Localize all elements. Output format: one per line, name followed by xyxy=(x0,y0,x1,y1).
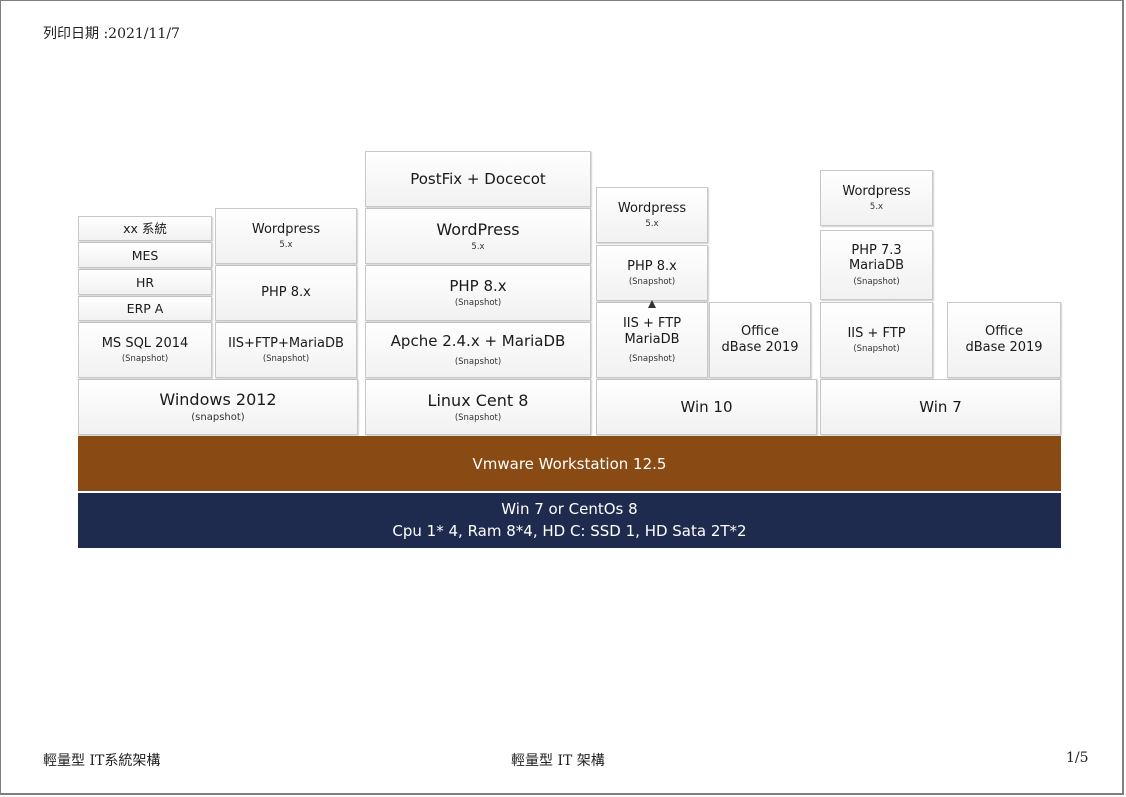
win10-iis-line1: IIS + FTP xyxy=(622,316,682,332)
win2012-php-label: PHP 8.x xyxy=(261,285,311,301)
win2012-wordpress-version: 5.x xyxy=(279,240,293,251)
win7-php-note: (Snapshot) xyxy=(853,277,900,287)
win7-wordpress-label: Wordpress xyxy=(842,183,911,199)
win7-php-line1: PHP 7.3 xyxy=(851,242,902,258)
arrow-up-icon xyxy=(648,300,656,308)
footer-left: 輕量型 IT系統架構 xyxy=(43,753,161,769)
linux-php-box: PHP 8.x (Snapshot) xyxy=(365,265,591,321)
mes-box: MES xyxy=(78,242,212,268)
win10-wordpress-box: Wordpress 5.x xyxy=(596,187,708,243)
erp-label: ERP A xyxy=(126,301,164,316)
mes-label: MES xyxy=(131,247,159,263)
win7-office-box: Office dBase 2019 xyxy=(947,302,1061,378)
footer-center: 輕量型 IT 架構 xyxy=(511,753,605,769)
win10-iis-box: IIS + FTP MariaDB (Snapshot) xyxy=(596,302,708,378)
win2012-os-label: Windows 2012 xyxy=(159,389,277,409)
hypervisor-bar: Vmware Workstation 12.5 xyxy=(78,436,1061,491)
win7-iis-label: IIS + FTP xyxy=(847,325,906,341)
linux-php-note: (Snapshot) xyxy=(454,298,502,309)
win7-os-label: Win 7 xyxy=(919,398,962,416)
apache-box: Apche 2.4.x + MariaDB (Snapshot) xyxy=(365,322,591,378)
win7-wordpress-version: 5.x xyxy=(869,202,884,213)
erp-box: ERP A xyxy=(78,296,212,321)
win10-php-label: PHP 8.x xyxy=(627,258,677,274)
win2012-php-box: PHP 8.x xyxy=(215,265,357,321)
win7-office-line1: Office xyxy=(985,324,1023,340)
apache-note: (Snapshot) xyxy=(454,357,502,368)
hypervisor-label: Vmware Workstation 12.5 xyxy=(472,454,667,473)
linux-os-note: (Snapshot) xyxy=(454,413,502,423)
win7-php-line2: MariaDB xyxy=(848,258,905,274)
win2012-iis-note: (Snapshot) xyxy=(262,354,310,365)
win10-iis-note: (Snapshot) xyxy=(628,353,676,364)
win2012-os-note: (snapshot) xyxy=(191,412,245,424)
linux-wordpress-version: 5.x xyxy=(471,242,485,252)
win10-iis-line2: MariaDB xyxy=(624,331,680,347)
linux-os-label: Linux Cent 8 xyxy=(427,390,529,410)
linux-os-box: Linux Cent 8 (Snapshot) xyxy=(365,379,591,435)
hr-box: HR xyxy=(78,269,212,295)
mssql-label: MS SQL 2014 xyxy=(101,335,189,351)
postfix-box: PostFix + Docecot xyxy=(365,151,591,207)
win7-office-line2: dBase 2019 xyxy=(965,340,1043,355)
win2012-wordpress-label: Wordpress xyxy=(251,221,321,237)
win10-os-label: Win 10 xyxy=(680,398,733,416)
host-line2: Cpu 1* 4, Ram 8*4, HD C: SSD 1, HD Sata … xyxy=(392,521,747,540)
mssql-box: MS SQL 2014 (Snapshot) xyxy=(78,322,212,378)
win10-office-line1: Office xyxy=(741,324,779,340)
win10-office-line2: dBase 2019 xyxy=(721,340,799,355)
page-number: 1/5 xyxy=(1066,750,1089,766)
win10-wordpress-version: 5.x xyxy=(645,219,659,230)
host-line1: Win 7 or CentOs 8 xyxy=(501,499,638,518)
win7-php-box: PHP 7.3 MariaDB (Snapshot) xyxy=(820,230,933,300)
win2012-iis-label: IIS+FTP+MariaDB xyxy=(228,335,344,351)
hr-label: HR xyxy=(135,274,155,290)
win10-office-box: Office dBase 2019 xyxy=(709,302,811,378)
win2012-wordpress-box: Wordpress 5.x xyxy=(215,208,357,264)
linux-wordpress-label: WordPress xyxy=(436,219,520,239)
mssql-note: (Snapshot) xyxy=(121,354,169,365)
win7-iis-box: IIS + FTP (Snapshot) xyxy=(820,302,933,378)
win10-wordpress-label: Wordpress xyxy=(617,200,687,216)
print-date: 列印日期 :2021/11/7 xyxy=(43,26,180,42)
host-bar: Win 7 or CentOs 8 Cpu 1* 4, Ram 8*4, HD … xyxy=(78,493,1061,548)
xx-system-label: xx 系統 xyxy=(123,221,167,236)
apache-label: Apche 2.4.x + MariaDB xyxy=(390,332,566,351)
win10-php-note: (Snapshot) xyxy=(628,277,676,288)
linux-php-label: PHP 8.x xyxy=(449,277,507,296)
win2012-iis-box: IIS+FTP+MariaDB (Snapshot) xyxy=(215,322,357,378)
win7-wordpress-box: Wordpress 5.x xyxy=(820,170,933,226)
win7-os-box: Win 7 xyxy=(820,379,1061,435)
postfix-label: PostFix + Docecot xyxy=(410,170,546,188)
win2012-os-box: Windows 2012 (snapshot) xyxy=(78,379,358,435)
win7-iis-note: (Snapshot) xyxy=(853,344,900,355)
win10-php-box: PHP 8.x (Snapshot) xyxy=(596,245,708,301)
xx-system-box: xx 系統 xyxy=(78,216,212,241)
linux-wordpress-box: WordPress 5.x xyxy=(365,208,591,264)
win10-os-box: Win 10 xyxy=(596,379,817,435)
